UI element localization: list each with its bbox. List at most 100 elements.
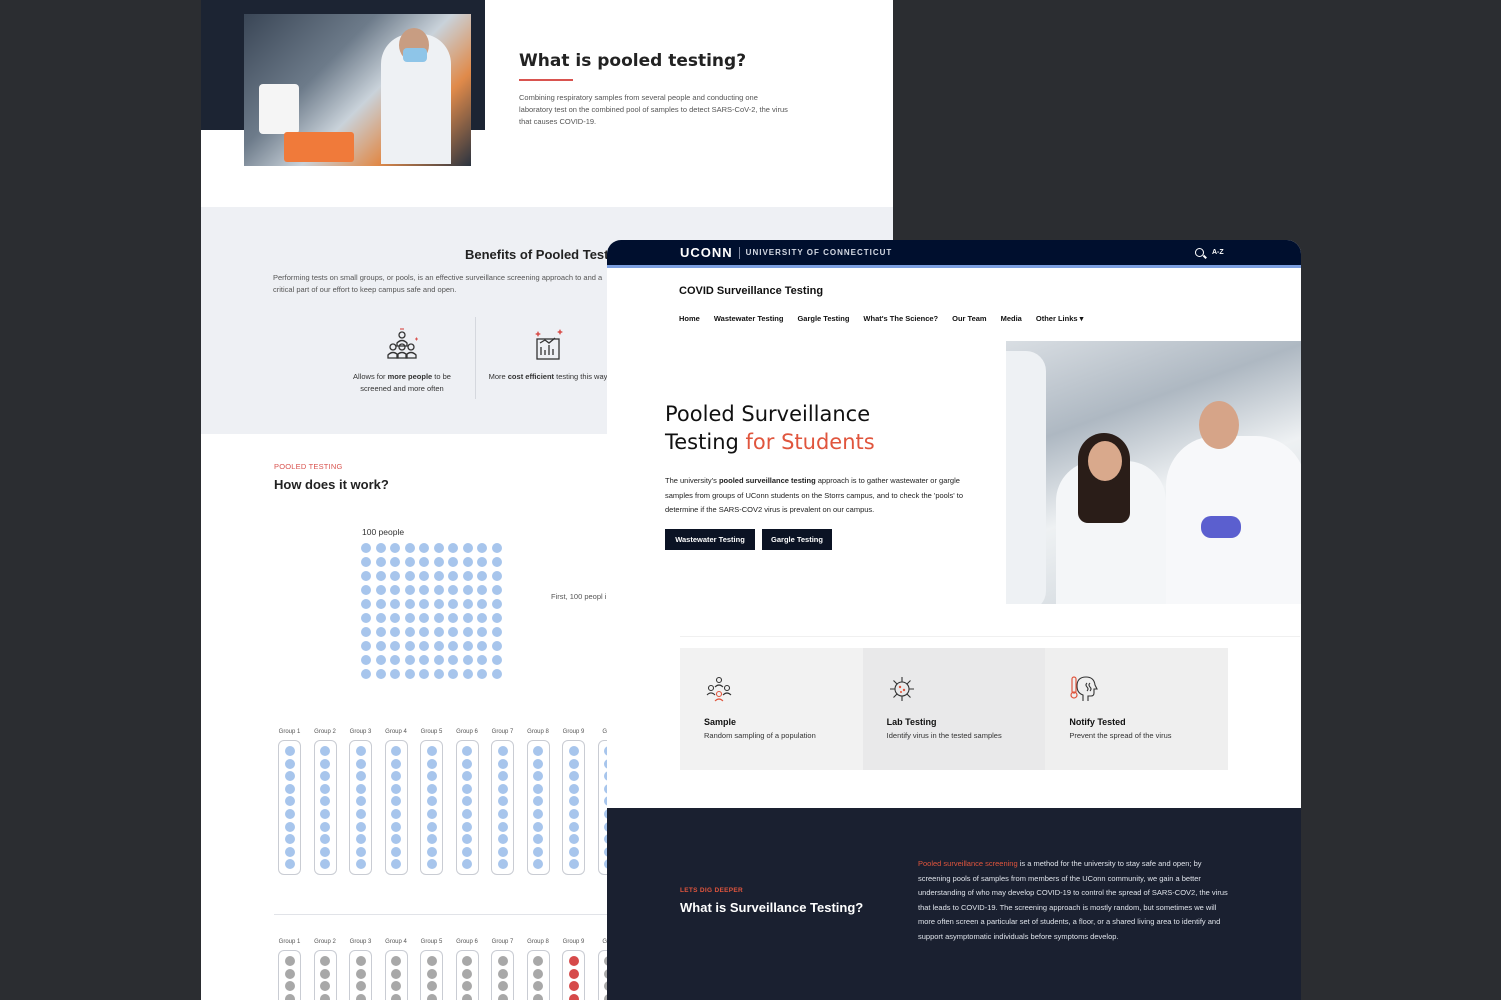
group-tube: [455, 740, 479, 876]
benefit-cost-efficient: More cost efficient testing this way: [483, 327, 613, 383]
sample-dot: [391, 758, 401, 769]
person-dot: [462, 627, 473, 637]
sample-dot: [320, 808, 330, 819]
group-label: Group 4: [385, 729, 407, 735]
sample-dot: [426, 859, 437, 870]
person-dot: [390, 655, 400, 665]
sample-dot: [497, 821, 508, 832]
person-dot: [448, 571, 458, 581]
group-column: Group 2: [313, 939, 337, 1000]
sample-dot: [284, 834, 295, 845]
group-column: Group 3: [349, 729, 372, 876]
photo-bucket: [259, 84, 299, 134]
sample-dot: [462, 783, 472, 794]
sample-dot: [426, 746, 437, 756]
person-dot: [390, 641, 400, 651]
person-dot: [361, 641, 371, 651]
sample-dot: [426, 993, 437, 1000]
person-dot: [477, 655, 487, 665]
person-dot: [448, 627, 458, 637]
sample-dot: [426, 834, 437, 845]
card-title: Lab Testing: [886, 717, 937, 727]
nav-wastewater-testing[interactable]: Wastewater Testing: [714, 314, 784, 323]
group-column: Group 6: [455, 729, 479, 876]
top-bar: UCONN UNIVERSITY OF CONNECTICUT A-Z: [607, 240, 1301, 268]
photo-glove: [1201, 516, 1241, 538]
person-dot: [390, 627, 400, 637]
groups-row-blue: Group 1 Group 2 Group 3 Group 4 Group 5 Group…: [278, 729, 621, 876]
person-dot: [477, 585, 487, 595]
wastewater-testing-button[interactable]: Wastewater Testing: [665, 529, 755, 550]
sample-dot: [355, 808, 366, 819]
search-icon[interactable]: [1195, 248, 1204, 257]
person-dot: [491, 627, 502, 637]
sample-dot: [533, 746, 543, 756]
card-description: Prevent the spread of the virus: [1069, 731, 1172, 740]
sample-dot: [284, 808, 295, 819]
sample-dot: [391, 956, 401, 966]
person-dot: [433, 655, 444, 665]
group-label: Group 7: [491, 939, 514, 945]
gargle-testing-button[interactable]: Gargle Testing: [762, 529, 832, 550]
sample-dot: [355, 956, 366, 966]
person-dot: [491, 543, 502, 553]
sample-dot: [284, 981, 295, 992]
nav-other-links-dropdown[interactable]: Other Links ▾: [1036, 314, 1084, 323]
sample-dot: [462, 758, 472, 769]
surveillance-text-body: is a method for the university to stay s…: [918, 859, 1228, 941]
sample-dot: [426, 758, 437, 769]
site-title[interactable]: COVID Surveillance Testing: [679, 285, 823, 297]
nav-whats-the-science[interactable]: What's The Science?: [863, 314, 938, 323]
benefit-divider: [475, 317, 476, 399]
group-label: Group 6: [456, 729, 478, 735]
sample-dot: [533, 968, 543, 979]
person-dot: [390, 557, 400, 567]
hero-title-line2: Testing: [665, 430, 746, 454]
person-dot: [477, 641, 487, 651]
sample-dot: [320, 758, 330, 769]
person-dot: [361, 557, 371, 567]
person-dot: [361, 655, 371, 665]
virus-icon: [889, 677, 914, 701]
pooled-testing-heading: What is pooled testing?: [519, 51, 747, 71]
benefit-text-pre: Allows for: [353, 372, 388, 381]
person-dot: [390, 669, 400, 679]
group-label: Group 2: [314, 939, 336, 945]
sample-dot: [391, 981, 401, 992]
sample-dot: [391, 821, 401, 832]
nav-home[interactable]: Home: [679, 314, 700, 323]
nav-gargle-testing[interactable]: Gargle Testing: [797, 314, 849, 323]
hero-desc-pre: The university's: [665, 476, 719, 485]
person-dot: [375, 543, 386, 553]
sample-dot: [568, 993, 579, 1000]
pooled-surveillance-link[interactable]: Pooled surveillance screening: [918, 859, 1018, 868]
person-dot: [462, 557, 473, 567]
nav-media[interactable]: Media: [1001, 314, 1022, 323]
sample-dot: [533, 846, 543, 857]
sample-dot: [284, 993, 295, 1000]
uconn-logo[interactable]: UCONN: [680, 245, 733, 260]
person-dot: [462, 613, 473, 623]
group-label: Group 7: [491, 729, 514, 735]
dig-deeper-kicker: LETS DIG DEEPER: [680, 887, 744, 894]
benefit-text-pre: More: [488, 372, 508, 381]
sample-dot: [497, 993, 508, 1000]
sample-dot: [462, 821, 472, 832]
sample-dot: [284, 821, 295, 832]
how-it-works-heading: How does it work?: [274, 477, 389, 492]
sample-dot: [533, 993, 543, 1000]
sample-dot: [355, 846, 366, 857]
sample-dot: [462, 771, 472, 782]
scientists-hero-photo: [1006, 341, 1301, 604]
nav-our-team[interactable]: Our Team: [952, 314, 986, 323]
sample-dot: [391, 808, 401, 819]
university-name[interactable]: UNIVERSITY OF CONNECTICUT: [746, 248, 893, 257]
person-dot: [491, 641, 502, 651]
person-dot: [404, 655, 415, 665]
person-dot: [361, 599, 371, 609]
person-dot: [404, 613, 415, 623]
a-z-link[interactable]: A-Z: [1212, 249, 1224, 256]
sample-dot: [284, 968, 295, 979]
person-dot: [448, 543, 458, 553]
person-dot: [404, 557, 415, 567]
